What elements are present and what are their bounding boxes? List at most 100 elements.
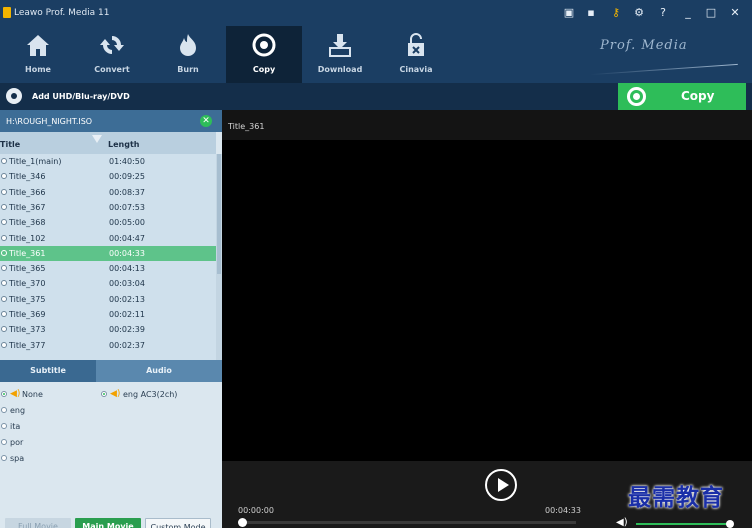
volume-slider[interactable] — [636, 520, 734, 528]
add-disc-icon — [6, 88, 22, 104]
nav-burn[interactable]: Burn — [150, 26, 226, 83]
radio-icon — [1, 173, 7, 180]
chat-icon[interactable]: ▪ — [584, 6, 598, 20]
title-row[interactable]: Title_346 00:09:25 — [0, 169, 216, 184]
watermark: 最需教育 — [628, 485, 724, 511]
nav-burn-label: Burn — [177, 65, 199, 74]
copy-button[interactable]: Copy — [618, 83, 746, 110]
title-length: 00:03:04 — [109, 279, 145, 289]
scrollbar-thumb[interactable] — [217, 154, 221, 274]
preview-title: Title_361 — [228, 122, 265, 131]
brand-underline — [590, 63, 738, 76]
title-length: 00:02:11 — [109, 310, 145, 319]
title-row[interactable]: Title_370 00:03:04 — [0, 276, 216, 291]
title-row[interactable]: Title_1(main) 01:40:50 — [0, 154, 216, 169]
title-row[interactable]: Title_375 00:02:13 — [0, 292, 216, 307]
title-row[interactable]: Title_369 00:02:11 — [0, 307, 216, 322]
cinavia-icon — [408, 33, 424, 56]
title-length: 01:40:50 — [109, 157, 145, 166]
close-icon[interactable]: ✕ — [728, 6, 742, 20]
main-nav: Home Convert Burn Copy Download Cinavia … — [0, 26, 752, 83]
nav-home[interactable]: Home — [0, 26, 76, 83]
column-length[interactable]: Length — [108, 140, 139, 149]
radio-icon — [101, 391, 107, 397]
title-length: 00:04:47 — [109, 233, 145, 243]
volume-knob[interactable] — [726, 520, 734, 528]
radio-icon — [1, 423, 7, 429]
key-icon[interactable]: ⚷ — [609, 6, 623, 20]
home-icon — [27, 35, 49, 56]
title-row[interactable]: Title_367 00:07:53 — [0, 200, 216, 215]
title-length: 00:04:33 — [109, 248, 145, 258]
subtitle-label: spa — [10, 454, 25, 463]
copy-disc-icon — [627, 87, 646, 106]
add-disc-label: Add UHD/Blu-ray/DVD — [32, 92, 130, 101]
copy-button-label: Copy — [681, 89, 715, 103]
subtitle-label: eng — [10, 406, 26, 415]
track-area: ◀) None eng ita por spa ◀) eng AC3(2ch) — [0, 382, 222, 528]
radio-icon — [1, 341, 7, 348]
title-row[interactable]: Title_368 00:05:00 — [0, 215, 216, 230]
tab-subtitle[interactable]: Subtitle — [0, 360, 96, 382]
monitor-icon[interactable]: ▣ — [562, 6, 576, 20]
radio-icon — [1, 219, 7, 226]
title-row[interactable]: Title_366 00:08:37 — [0, 185, 216, 200]
gear-icon[interactable]: ⚙ — [632, 6, 646, 20]
nav-download[interactable]: Download — [302, 26, 378, 83]
play-button[interactable] — [485, 469, 517, 501]
tab-audio[interactable]: Audio — [96, 360, 222, 382]
copy-disc-icon — [252, 33, 276, 57]
title-length: 00:07:53 — [109, 202, 145, 212]
radio-icon — [1, 158, 7, 164]
source-path-bar: H:\ROUGH_NIGHT.ISO ✕ — [0, 110, 222, 132]
copy-mode-bar: Full Movie Main Movie Custom Mode — [0, 518, 222, 528]
total-time: 00:04:33 — [545, 506, 581, 515]
progress-knob[interactable] — [238, 518, 247, 527]
radio-icon — [1, 234, 7, 241]
title-row[interactable]: Title_102 00:04:47 — [0, 231, 216, 246]
title-name: Title_369 — [9, 310, 46, 319]
title-name: Title_377 — [9, 340, 46, 350]
title-length: 00:05:00 — [109, 218, 145, 228]
column-title[interactable]: Title — [0, 140, 20, 149]
speaker-icon: ◀) — [10, 389, 21, 399]
minimize-icon[interactable]: _ — [681, 6, 695, 20]
radio-icon — [1, 188, 7, 195]
window-title: Leawo Prof. Media 11 — [14, 8, 110, 18]
radio-icon — [1, 439, 7, 445]
convert-icon — [100, 36, 124, 54]
radio-icon — [1, 249, 7, 256]
app-window: Leawo Prof. Media 11 ▣ ▪ ⚷ ⚙ ? _ □ ✕ Hom… — [0, 0, 752, 528]
track-tabs: Subtitle Audio — [0, 360, 222, 382]
remove-source-icon[interactable]: ✕ — [200, 115, 212, 127]
title-name: Title_366 — [9, 187, 46, 197]
title-length: 00:08:37 — [109, 187, 145, 197]
title-row[interactable]: Title_365 00:04:13 — [0, 261, 216, 276]
main-movie-button[interactable]: Main Movie — [75, 518, 141, 528]
nav-convert[interactable]: Convert — [74, 26, 150, 83]
title-length: 00:02:39 — [109, 325, 145, 335]
nav-cinavia[interactable]: Cinavia — [378, 26, 454, 83]
current-time: 00:00:00 — [238, 506, 274, 515]
full-movie-button[interactable]: Full Movie — [5, 518, 71, 528]
custom-mode-button[interactable]: Custom Mode — [145, 518, 211, 528]
radio-icon — [1, 295, 7, 302]
title-row[interactable]: Title_361 00:04:33 — [0, 245, 216, 262]
speaker-icon: ◀) — [110, 389, 121, 399]
help-icon[interactable]: ? — [656, 6, 670, 20]
title-length: 00:02:13 — [109, 294, 145, 304]
download-icon — [329, 34, 351, 57]
maximize-icon[interactable]: □ — [704, 6, 718, 20]
volume-icon[interactable]: ◀) — [616, 517, 628, 528]
title-row[interactable]: Title_373 00:02:39 — [0, 322, 216, 337]
title-name: Title_367 — [9, 202, 46, 212]
progress-bar[interactable] — [238, 518, 576, 527]
radio-icon — [1, 280, 7, 287]
title-length: 00:09:25 — [109, 172, 145, 182]
title-panel: H:\ROUGH_NIGHT.ISO ✕ Title Length Title_… — [0, 110, 222, 528]
radio-icon — [1, 265, 7, 272]
nav-copy[interactable]: Copy — [226, 26, 302, 83]
title-row[interactable]: Title_377 00:02:37 — [0, 338, 216, 353]
nav-convert-label: Convert — [94, 65, 130, 74]
subtitle-label: None — [22, 390, 43, 399]
